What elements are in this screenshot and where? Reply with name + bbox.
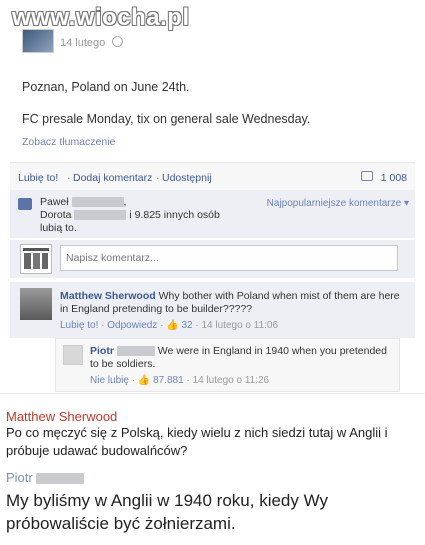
comment-like-count[interactable]: 32 [181,320,192,331]
translation-name-text: Piotr [6,470,33,485]
commenter-name[interactable]: Piotr [90,345,114,357]
comment-timestamp[interactable]: 14 lutego o 11:26 [193,375,270,386]
thumbs-up-icon: 👍 [137,375,151,386]
translation-text: Po co męczyć się z Polską, kiedy wielu z… [6,425,388,458]
write-comment-row [10,240,415,278]
liker-name[interactable]: Paweł [40,196,69,208]
separator: · [101,320,105,331]
comment-input[interactable] [60,245,398,271]
comment-unlike-link[interactable]: Nie lubię [90,375,129,386]
thumbs-up-icon [18,198,32,210]
add-comment-link[interactable]: Dodaj komentarz [73,172,152,184]
comment-timestamp[interactable]: 14 lutego o 11:06 [201,320,278,331]
likes-summary: Paweł , Dorota i 9.825 innych osób lubią… [10,190,415,238]
user-avatar [20,244,52,274]
post-text-line1: Poznan, Poland on June 24th. [22,80,190,94]
thumbs-up-icon: 👍 [166,320,179,331]
like-link[interactable]: Lubię to! [18,172,58,184]
post-text-line2: FC presale Monday, tix on general sale W… [22,112,311,126]
globe-icon [112,36,123,47]
redacted-name [74,210,127,221]
separator: · [160,320,164,331]
comment: Matthew Sherwood Why bother with Poland … [10,282,415,338]
share-icon [361,171,373,181]
comment-body: Piotr We were in England in 1940 when yo… [90,345,390,371]
page-avatar[interactable] [22,29,54,53]
translation-name: Piotr [6,470,85,485]
redacted-name [116,346,155,357]
likes-comma: , [123,196,127,208]
likes-text: Paweł , Dorota i 9.825 innych osób lubią… [40,196,240,235]
share-link[interactable]: Udostępnij [162,172,212,184]
commenter-name[interactable]: Matthew Sherwood [60,290,156,302]
user-avatar-icon [23,248,49,269]
reply-link[interactable]: Odpowiedz [107,320,157,331]
translation-name: Matthew Sherwood [6,409,118,424]
see-translation-link[interactable]: Zobacz tłumaczenie [22,136,115,148]
comment-meta: Nie lubię · 👍 87.881 · 14 lutego o 11:26 [90,375,269,386]
liker-name[interactable]: Dorota [40,209,72,221]
share-count[interactable]: 1 008 [381,172,407,184]
separator: · [195,320,199,331]
commenter-avatar[interactable] [20,288,52,320]
redacted-name [71,197,124,208]
comment-like-link[interactable]: Lubię to! [60,320,98,331]
separator: · [186,375,190,386]
reply-comment: Piotr We were in England in 1940 when yo… [55,338,400,392]
separator: · [131,375,136,386]
facebook-post: www.wiocha.pl 14 lutego Poznan, Poland o… [0,0,425,394]
separator: · [156,172,160,184]
redacted-name [36,473,85,485]
separator: · [67,172,71,184]
translation-text: My byliśmy w Anglii w 1940 roku, kiedy W… [6,491,329,533]
comment-like-count[interactable]: 87.881 [153,375,184,386]
post-actions-bar: Lubię to! · Dodaj komentarz · Udostępnij… [10,162,415,192]
comment-meta: Lubię to! · Odpowiedz · 👍 32 · 14 lutego… [60,320,278,331]
watermark: www.wiocha.pl [12,4,190,31]
commenter-avatar[interactable] [63,345,83,365]
post-date[interactable]: 14 lutego [60,37,105,49]
comment-sort-dropdown[interactable]: Najpopularniejsze komentarze ▾ [267,198,409,209]
comment-body: Matthew Sherwood Why bother with Poland … [60,290,405,316]
